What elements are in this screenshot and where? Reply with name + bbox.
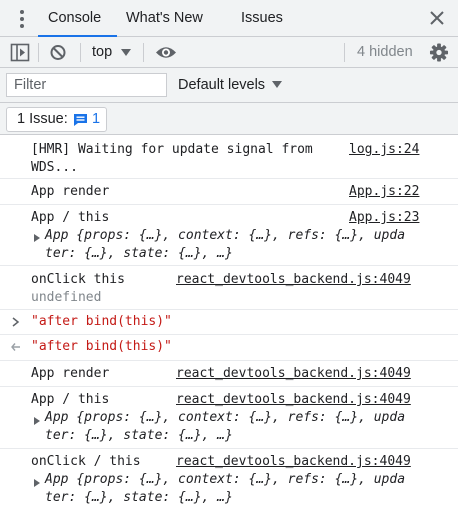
message-text: App render — [31, 184, 110, 199]
context-selector[interactable]: top — [92, 37, 112, 68]
object-preview[interactable]: App {props: {…}, context: {…}, refs: {…}… — [45, 227, 405, 245]
result-text: "after bind(this)" — [31, 339, 172, 354]
log-levels-label: Default levels — [178, 77, 266, 93]
log-levels-dropdown[interactable]: Default levels — [178, 68, 265, 103]
console-message: onClick this react_devtools_backend.js:4… — [0, 266, 458, 310]
console-input-entry: "after bind(this)" — [0, 310, 458, 335]
object-preview-continued[interactable]: ter: {…}, state: {…}, …} — [45, 489, 233, 507]
expand-triangle-icon[interactable] — [34, 234, 40, 242]
object-preview[interactable]: App {props: {…}, context: {…}, refs: {…}… — [45, 471, 405, 489]
console-message: App render App.js:22 — [0, 179, 458, 205]
context-selector-label: top — [92, 44, 113, 60]
issues-button-label: 1 Issue: — [17, 111, 68, 127]
chevron-down-icon[interactable] — [272, 81, 282, 88]
input-text: "after bind(this)" — [31, 314, 172, 329]
message-text: [HMR] Waiting for update signal from WDS… — [31, 142, 313, 175]
more-options-icon[interactable] — [15, 9, 29, 29]
source-link[interactable]: react_devtools_backend.js:4049 — [176, 271, 411, 289]
clear-console-icon[interactable] — [48, 43, 68, 62]
tab-issues[interactable]: Issues — [241, 0, 283, 37]
issues-button[interactable]: 1 Issue: 1 — [6, 107, 107, 132]
console-messages: [HMR] Waiting for update signal from WDS… — [0, 135, 458, 512]
source-link[interactable]: react_devtools_backend.js:4049 — [176, 391, 411, 409]
console-toolbar: top 4 hidden — [0, 37, 458, 68]
message-value: undefined — [31, 290, 102, 305]
source-link[interactable]: App.js:22 — [349, 183, 419, 201]
console-result-entry: "after bind(this)" — [0, 335, 458, 361]
eye-icon[interactable] — [155, 43, 177, 62]
tab-whats-new-label: What's New — [126, 10, 203, 26]
source-link[interactable]: App.js:23 — [349, 209, 419, 227]
hidden-messages-count: 4 hidden — [357, 44, 413, 60]
issues-bar: 1 Issue: 1 — [0, 103, 458, 135]
close-icon[interactable] — [428, 9, 446, 27]
sidebar-toggle-icon[interactable] — [10, 43, 30, 62]
issues-count: 1 — [92, 111, 101, 127]
tab-whats-new[interactable]: What's New — [126, 0, 203, 37]
expand-triangle-icon[interactable] — [34, 479, 40, 487]
message-text: onClick this — [31, 272, 125, 287]
console-message: App render react_devtools_backend.js:404… — [0, 361, 458, 387]
object-preview-continued[interactable]: ter: {…}, state: {…}, …} — [45, 245, 233, 263]
source-link[interactable]: react_devtools_backend.js:4049 — [176, 453, 411, 471]
message-text: App render — [31, 366, 110, 381]
filter-bar: Filter Default levels — [0, 68, 458, 103]
console-message: App / this App.js:23 App {props: {…}, co… — [0, 205, 458, 266]
input-prompt-icon — [12, 317, 20, 327]
message-text: App / this — [31, 210, 110, 225]
tab-console-label: Console — [48, 10, 102, 26]
message-text: onClick / this — [31, 454, 141, 469]
tab-console[interactable]: Console — [38, 0, 117, 37]
filter-input[interactable]: Filter — [6, 73, 167, 97]
expand-triangle-icon[interactable] — [34, 417, 40, 425]
source-link[interactable]: log.js:24 — [349, 141, 419, 159]
gear-icon[interactable] — [429, 43, 449, 62]
tab-issues-label: Issues — [241, 10, 283, 26]
result-arrow-icon — [11, 343, 20, 351]
object-preview[interactable]: App {props: {…}, context: {…}, refs: {…}… — [45, 409, 405, 427]
issue-message-icon — [74, 114, 87, 126]
devtools-tab-bar: Console What's New Issues — [0, 0, 458, 37]
console-message: [HMR] Waiting for update signal from WDS… — [0, 135, 458, 179]
chevron-down-icon[interactable] — [121, 49, 131, 56]
message-text: App / this — [31, 392, 110, 407]
source-link[interactable]: react_devtools_backend.js:4049 — [176, 365, 411, 383]
console-message: onClick / this react_devtools_backend.js… — [0, 449, 458, 512]
console-message: App / this react_devtools_backend.js:404… — [0, 387, 458, 449]
object-preview-continued[interactable]: ter: {…}, state: {…}, …} — [45, 427, 233, 445]
